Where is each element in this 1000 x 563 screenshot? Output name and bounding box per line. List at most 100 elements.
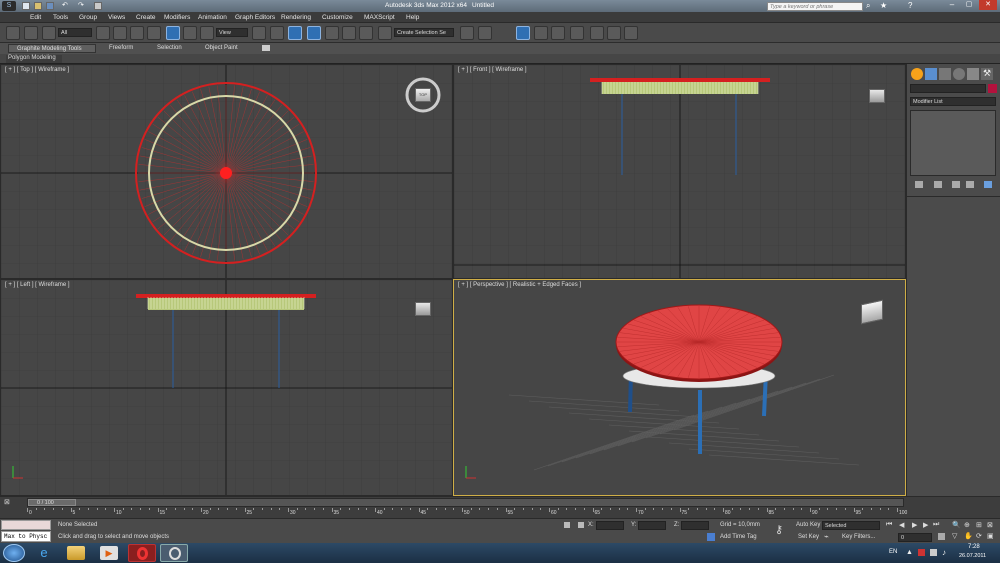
time-slider[interactable]: 0 / 100 [27,498,904,507]
menu-views[interactable]: Views [108,14,125,21]
render-production-icon[interactable] [624,26,638,40]
tab-graphite-modeling-tools[interactable]: Graphite Modeling Tools [8,44,96,53]
go-to-end-icon[interactable]: ⏭ [933,521,939,529]
key-filter-icon[interactable]: ⌁ [824,532,834,541]
ribbon-options-icon[interactable] [262,45,270,51]
menu-customize[interactable]: Customize [322,14,353,21]
viewport-perspective-label[interactable]: [ + ] [ Perspective ] [ Realistic + Edge… [458,282,581,288]
link-icon[interactable] [6,26,20,40]
snaps-toggle-icon[interactable] [307,26,321,40]
minimize-icon[interactable]: – [945,0,959,10]
zoom-extents-icon[interactable]: ⊞ [976,521,982,529]
media-player-icon[interactable]: ▶ [100,546,118,560]
maxscript-mini-listener[interactable]: Max to Physc [1,531,51,542]
unlink-icon[interactable] [24,26,38,40]
key-mode-dropdown[interactable]: Selected [822,521,880,530]
object-name-field[interactable] [910,84,986,93]
play-icon[interactable]: ▶ [912,521,917,529]
menu-animation[interactable]: Animation [198,14,227,21]
named-selection-dropdown[interactable]: Create Selection Se [394,28,454,37]
add-time-tag[interactable]: Add Time Tag [720,534,757,540]
set-key-mode-icon[interactable]: ⚷ [775,523,783,536]
go-to-start-icon[interactable]: ⏮ [886,521,892,529]
bind-space-warp-icon[interactable] [42,26,56,40]
maximize-viewport-icon[interactable]: ▣ [987,532,994,540]
material-editor-icon[interactable] [570,26,584,40]
menu-create[interactable]: Create [136,14,156,21]
selection-lock-icon[interactable] [564,522,570,528]
graphite-toggle-icon[interactable] [534,26,548,40]
show-hidden-icons-icon[interactable]: ▲ [906,549,913,556]
menu-modifiers[interactable]: Modifiers [164,14,190,21]
viewcube-top[interactable]: TOP [415,88,431,102]
y-coordinate-field[interactable] [638,521,666,530]
viewport-top[interactable]: TOP [ + ] [ Top ] [ Wireframe ] [0,64,453,279]
select-object-icon[interactable] [96,26,110,40]
reference-coordinate-dropdown[interactable]: View [216,28,248,37]
time-configuration-icon[interactable] [938,533,945,540]
set-key-button[interactable]: Set Key [798,534,819,540]
help-icon[interactable]: ? [908,1,912,10]
zoom-icon[interactable]: 🔍 [952,521,961,529]
hierarchy-tab-icon[interactable] [939,68,951,80]
align-icon[interactable] [478,26,492,40]
add-time-tag-icon[interactable] [707,533,715,541]
menu-group[interactable]: Group [79,14,97,21]
tab-object-paint[interactable]: Object Paint [205,45,238,51]
menu-tools[interactable]: Tools [53,14,68,21]
make-unique-icon[interactable] [952,181,960,188]
viewport-perspective[interactable]: [ + ] [ Perspective ] [ Realistic + Edge… [453,279,906,496]
select-and-rotate-icon[interactable] [183,26,197,40]
new-icon[interactable] [22,2,30,10]
configure-modifier-sets-icon[interactable] [984,181,992,188]
keyboard-shortcut-override-icon[interactable] [288,26,302,40]
rectangular-selection-icon[interactable] [130,26,144,40]
viewport-front[interactable]: [ + ] [ Front ] [ Wireframe ] [453,64,906,279]
opera-taskbar-button[interactable] [128,544,156,562]
app-logo-icon[interactable]: S [2,1,16,11]
angle-snap-icon[interactable] [325,26,339,40]
project-folder-icon[interactable] [94,2,102,10]
viewport-left[interactable]: [ + ] [ Left ] [ Wireframe ] [0,279,453,496]
panel-polygon-modeling[interactable]: Polygon Modeling [6,55,62,63]
modify-tab-icon[interactable] [925,68,937,80]
zoom-extents-all-icon[interactable]: ⊠ [987,521,993,529]
curve-editor-icon[interactable] [551,26,565,40]
modifier-list-dropdown[interactable]: Modifier List [910,97,996,106]
field-of-view-icon[interactable]: ▽ [952,532,957,540]
utilities-tab-icon[interactable]: ⚒ [981,68,993,80]
redo-icon[interactable]: ↷ [78,2,86,10]
auto-key-button[interactable]: Auto Key [796,522,820,528]
selection-filter-dropdown[interactable]: All [58,28,92,37]
modifier-stack[interactable] [910,110,996,176]
maxscript-listener-pink[interactable] [1,520,51,530]
absolute-mode-icon[interactable] [578,522,584,528]
manipulate-icon[interactable] [270,26,284,40]
menu-graph-editors[interactable]: Graph Editors [235,14,275,21]
select-and-move-icon[interactable] [166,26,180,40]
clock-date[interactable]: 26.07.2011 [959,553,986,559]
current-frame-field[interactable]: 0 [898,533,932,542]
pin-stack-icon[interactable] [915,181,923,188]
z-coordinate-field[interactable] [681,521,709,530]
menu-maxscript[interactable]: MAXScript [364,14,395,21]
viewport-left-label[interactable]: [ + ] [ Left ] [ Wireframe ] [5,282,70,288]
create-tab-icon[interactable] [911,68,923,80]
layer-manager-icon[interactable] [516,26,530,40]
percent-snap-icon[interactable] [342,26,356,40]
tab-selection[interactable]: Selection [157,45,182,51]
show-end-result-icon[interactable] [934,181,942,188]
viewcube-front[interactable] [869,89,885,103]
zoom-all-icon[interactable]: ⊕ [964,521,970,529]
display-tab-icon[interactable] [967,68,979,80]
maximize-icon[interactable]: ▢ [962,0,976,10]
viewcube-left[interactable] [415,302,431,316]
infocenter-icon[interactable]: ★ [880,1,887,10]
file-explorer-icon[interactable] [67,546,85,560]
open-icon[interactable] [34,2,42,10]
spinner-snap-icon[interactable] [359,26,373,40]
object-color-swatch[interactable] [988,84,997,93]
close-icon[interactable]: ✕ [979,0,997,10]
track-bar[interactable]: 0 5 10 15 20 25 30 35 40 45 50 55 60 65 70 75 80 85 90 95 10… [27,508,907,518]
window-crossing-icon[interactable] [147,26,161,40]
